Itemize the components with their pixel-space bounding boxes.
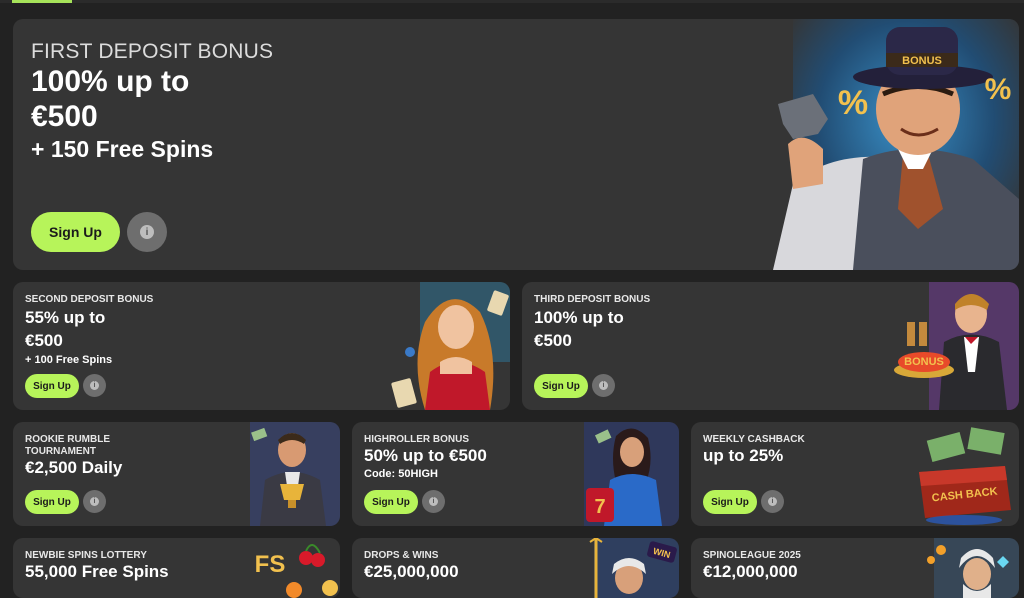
promo-headline-line2: €500 xyxy=(31,100,98,133)
promo-label: THIRD DEPOSIT BONUS xyxy=(534,294,651,305)
promo-label-line2: TOURNAMENT xyxy=(25,446,96,457)
sign-up-button[interactable]: Sign Up xyxy=(25,490,79,514)
promo-label: HIGHROLLER BONUS xyxy=(364,434,469,445)
second-deposit-bonus-card: SECOND DEPOSIT BONUS 55% up to €500 + 10… xyxy=(13,282,510,410)
promo-headline: €25,000,000 xyxy=(364,562,459,581)
promo-headline: 55,000 Free Spins xyxy=(25,562,169,581)
promo-headline-line1: 55% up to xyxy=(25,308,106,327)
promo-headline-line2: €500 xyxy=(534,331,572,350)
promo-headline: €12,000,000 xyxy=(703,562,798,581)
first-deposit-bonus-card: FIRST DEPOSIT BONUS 100% up to €500 + 15… xyxy=(13,19,1019,270)
sign-up-button[interactable]: Sign Up xyxy=(703,490,757,514)
promo-headline-line1: 100% up to xyxy=(534,308,624,327)
waiter-mascot-image: BONUS xyxy=(894,282,1019,410)
third-deposit-bonus-card: THIRD DEPOSIT BONUS 100% up to €500 Sign… xyxy=(522,282,1019,410)
hat-label: BONUS xyxy=(902,55,942,67)
info-button[interactable]: i xyxy=(83,490,106,513)
promo-headline: €2,500 Daily xyxy=(25,458,123,477)
cashback-case-image: CASH BACK xyxy=(919,427,1011,525)
percent-badge-left: % xyxy=(838,84,868,122)
info-button[interactable]: i xyxy=(422,490,445,513)
newbie-spins-lottery-card: NEWBIE SPINS LOTTERY 55,000 Free Spins F… xyxy=(13,538,340,598)
sign-up-button[interactable]: Sign Up xyxy=(534,374,588,398)
info-button[interactable]: i xyxy=(83,374,106,397)
info-icon: i xyxy=(429,497,438,506)
info-icon: i xyxy=(599,381,608,390)
promo-headline-line2: €500 xyxy=(25,331,63,350)
trophy-player-image xyxy=(250,422,340,526)
bonus-tray-label: BONUS xyxy=(904,356,944,368)
wizard-mascot-image xyxy=(927,538,1019,598)
promo-subline: + 150 Free Spins xyxy=(31,136,214,162)
active-tab-indicator xyxy=(12,0,72,3)
promo-label: SECOND DEPOSIT BONUS xyxy=(25,294,154,305)
slot-seven-label: 7 xyxy=(594,496,605,518)
rookie-rumble-tournament-card: ROOKIE RUMBLE TOURNAMENT €2,500 Daily Si… xyxy=(13,422,340,526)
promo-label: NEWBIE SPINS LOTTERY xyxy=(25,550,147,561)
info-button[interactable]: i xyxy=(761,490,784,513)
lady-mascot-image xyxy=(391,282,510,410)
free-spins-fruit-image: FS xyxy=(255,544,338,598)
info-icon: i xyxy=(90,497,99,506)
promo-label-line1: ROOKIE RUMBLE xyxy=(25,434,110,445)
sign-up-button[interactable]: Sign Up xyxy=(364,490,418,514)
promo-subline: + 100 Free Spins xyxy=(25,354,113,366)
promo-label: DROPS & WINS xyxy=(364,550,439,561)
promo-headline: up to 25% xyxy=(703,446,784,465)
info-icon: i xyxy=(140,225,154,239)
promo-headline: 50% up to €500 xyxy=(364,446,487,465)
promo-label: SPINOLEAGUE 2025 xyxy=(703,550,801,561)
highroller-lady-image: 7 xyxy=(584,422,679,526)
sign-up-button[interactable]: Sign Up xyxy=(25,374,79,398)
promo-label: WEEKLY CASHBACK xyxy=(703,434,805,445)
spinoleague-2025-card: SPINOLEAGUE 2025 €12,000,000 xyxy=(691,538,1019,598)
gangster-mascot-image: BONUS % % xyxy=(773,19,1019,270)
weekly-cashback-card: WEEKLY CASHBACK up to 25% Sign Up i CASH… xyxy=(691,422,1019,526)
percent-badge-right: % xyxy=(985,73,1012,106)
info-icon: i xyxy=(768,497,777,506)
drops-and-wins-card: DROPS & WINS €25,000,000 WIN xyxy=(352,538,679,598)
sign-up-button[interactable]: Sign Up xyxy=(31,212,120,252)
promo-label: FIRST DEPOSIT BONUS xyxy=(31,40,274,63)
zeus-mascot-image: WIN xyxy=(589,538,679,598)
info-icon: i xyxy=(90,381,99,390)
top-nav-bar xyxy=(0,0,1024,3)
free-spins-label: FS xyxy=(255,551,286,578)
highroller-bonus-card: HIGHROLLER BONUS 50% up to €500 Code: 50… xyxy=(352,422,679,526)
info-button[interactable]: i xyxy=(127,212,167,252)
info-button[interactable]: i xyxy=(592,374,615,397)
promo-code: Code: 50HIGH xyxy=(364,468,438,480)
promo-headline-line1: 100% up to xyxy=(31,65,190,98)
